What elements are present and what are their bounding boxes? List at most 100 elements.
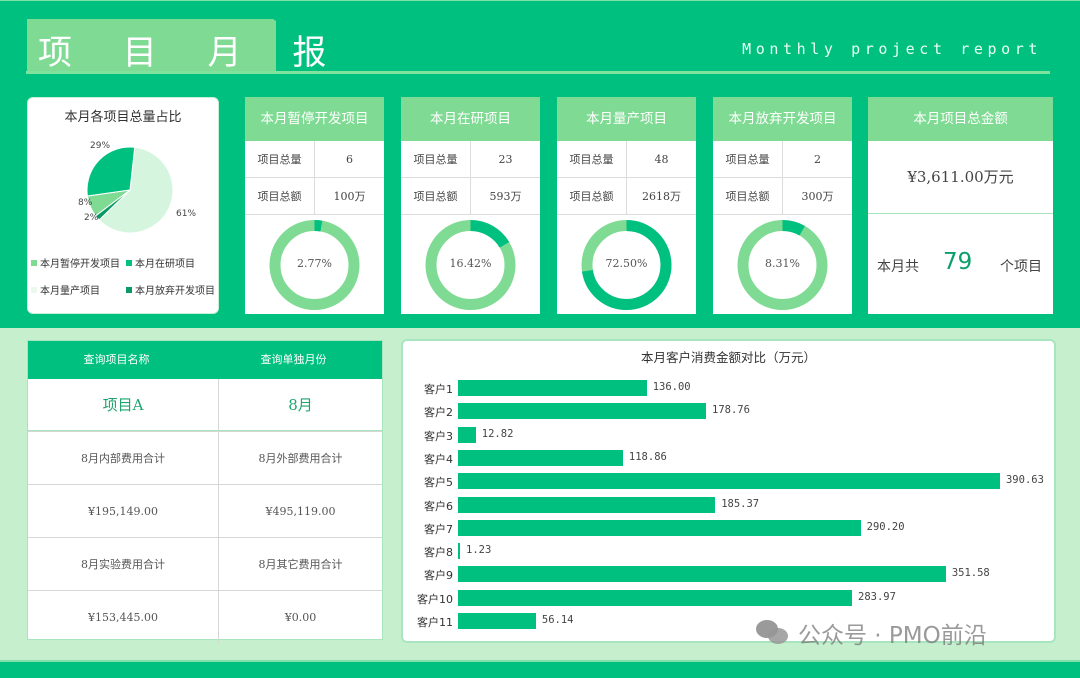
- bar-客户4: [458, 449, 623, 466]
- month-select[interactable]: 8月: [219, 379, 382, 430]
- bar-value-label: 390.63: [1005, 474, 1044, 487]
- bar-value-label: 290.20: [866, 520, 905, 533]
- stat-card-in-research: 本月在研项目 项目总量 23 项目总额 593万 16.42%: [401, 97, 540, 314]
- bar-category-label: 客户3: [424, 429, 453, 443]
- external-cost-label: 8月外部费用合计: [258, 452, 343, 465]
- footer-bar: [0, 660, 1080, 678]
- bar-客户3: [458, 426, 476, 443]
- stat-card-paused: 本月暂停开发项目 项目总量 6 项目总额 100万 2.77%: [245, 97, 384, 314]
- bar-category-label: 客户4: [424, 452, 453, 466]
- stat-value: 300万: [801, 190, 834, 203]
- count-value: 79: [943, 249, 973, 275]
- legend-swatch: [31, 259, 37, 266]
- count-prefix: 本月共: [877, 259, 919, 275]
- legend-label: 本月量产项目: [40, 286, 100, 297]
- bar-客户5: [458, 473, 1000, 490]
- bar-category-label: 客户7: [424, 522, 453, 536]
- stat-value: 2618万: [642, 190, 681, 203]
- bar-category-label: 客户9: [424, 569, 453, 583]
- stat-value: 2: [814, 153, 821, 166]
- bar-客户6: [458, 496, 716, 513]
- count-suffix: 个项目: [1000, 259, 1042, 275]
- bar-value-label: 283.97: [858, 590, 896, 603]
- other-cost-label: 8月其它费用合计: [258, 558, 343, 571]
- header-project-name: 查询项目名称: [83, 353, 150, 366]
- donut-chart: 2.77%: [245, 215, 384, 314]
- stat-label: 项目总额: [557, 178, 627, 214]
- stat-row-count: 项目总量 48: [557, 141, 696, 178]
- stat-value: 593万: [489, 190, 522, 203]
- bar-客户11: [458, 613, 536, 629]
- bar-value-label: 12.82: [481, 427, 514, 440]
- bar-category-label: 客户2: [424, 406, 453, 420]
- wechat-icon: [756, 620, 790, 646]
- bar-category-label: 客户11: [417, 616, 453, 629]
- customer-bar-chart: 本月客户消费金额对比（万元） 客户1 136.00 客户2 178.76 客户3 12.8…: [401, 339, 1056, 643]
- stat-label: 项目总量: [245, 141, 315, 177]
- page-subtitle: Monthly project report: [742, 40, 1042, 58]
- legend-item-abandoned: 本月放弃开发项目: [126, 282, 215, 297]
- bar-category-label: 客户8: [424, 546, 453, 560]
- stat-label: 项目总额: [401, 178, 471, 214]
- bar-category-label: 客户1: [424, 383, 453, 396]
- stat-row-amount: 项目总额 2618万: [557, 178, 696, 215]
- donut-percent: 8.31%: [765, 257, 800, 270]
- bar-category-label: 客户6: [424, 499, 453, 513]
- legend-swatch: [31, 286, 37, 293]
- table-row: ¥153,445.00 ¥0.00: [28, 590, 382, 643]
- stat-label: 项目总额: [713, 178, 783, 214]
- stat-label: 项目总量: [713, 141, 783, 177]
- stat-row-count: 项目总量 6: [245, 141, 384, 178]
- internal-cost-label: 8月内部费用合计: [28, 432, 219, 484]
- stat-label: 项目总量: [401, 141, 471, 177]
- bar-客户9: [458, 566, 946, 583]
- donut-chart: 16.42%: [401, 215, 540, 314]
- bar-value-label: 136.00: [652, 381, 691, 393]
- stat-row-count: 项目总量 23: [401, 141, 540, 178]
- legend-item-paused: 本月暂停开发项目: [31, 255, 120, 270]
- bar-category-label: 客户10: [417, 592, 453, 606]
- stat-row-amount: 项目总额 593万: [401, 178, 540, 215]
- stat-value: 6: [346, 153, 353, 166]
- stat-card-title: 本月量产项目: [557, 97, 696, 141]
- pie-data-label: 61%: [176, 209, 196, 219]
- pie-data-label: 8%: [78, 198, 93, 208]
- table-row: ¥195,149.00 ¥495,119.00: [28, 484, 382, 537]
- stat-card-title: 本月在研项目: [401, 97, 540, 141]
- project-select[interactable]: 项目A: [28, 379, 219, 430]
- stat-card-title: 本月暂停开发项目: [245, 97, 384, 141]
- title-divider: [26, 71, 1050, 74]
- donut-chart: 72.50%: [557, 215, 696, 314]
- legend-item-in-research: 本月在研项目: [126, 255, 195, 270]
- bar-客户8: [458, 543, 460, 560]
- stat-value: 23: [498, 153, 513, 166]
- internal-cost-value: ¥195,149.00: [28, 485, 219, 537]
- query-table: 查询项目名称 查询单独月份 项目A 8月 8月内部费用合计 8月外部费用合计 ¥…: [27, 340, 383, 643]
- total-card-title: 本月项目总金额: [868, 97, 1053, 141]
- stat-card-mass-production: 本月量产项目 项目总量 48 项目总额 2618万 72.50%: [557, 97, 696, 314]
- total-amount-card: 本月项目总金额 ¥3,611.00万元 本月共 79 个项目: [868, 97, 1053, 314]
- legend-label: 本月放弃开发项目: [135, 286, 215, 297]
- stat-row-amount: 项目总额 300万: [713, 178, 852, 215]
- bar-category-label: 客户5: [424, 476, 453, 490]
- pie-slice-in-research: [86, 146, 136, 197]
- bar-客户1: [458, 380, 647, 396]
- query-selection-row: 项目A 8月: [28, 379, 382, 431]
- bar-value-label: 178.76: [712, 404, 750, 417]
- total-amount-value: ¥3,611.00万元: [868, 141, 1053, 214]
- watermark: 公众号 · PMO前沿: [756, 616, 987, 650]
- stat-value: 100万: [333, 190, 366, 203]
- table-row: 8月实验费用合计 8月其它费用合计: [28, 537, 382, 590]
- bar-value-label: 1.23: [466, 544, 492, 557]
- bar-客户2: [458, 403, 707, 420]
- bar-value-label: 56.14: [541, 614, 574, 626]
- pie-chart-card: 本月各项目总量占比 61% 2% 8% 29% 本月暂停开发项目 本月在研项目 本月量…: [27, 97, 219, 314]
- experiment-cost-value: ¥153,445.00: [28, 591, 219, 643]
- legend-swatch: [126, 259, 132, 266]
- experiment-cost-label: 8月实验费用合计: [28, 538, 219, 590]
- query-table-header: 查询项目名称 查询单独月份: [28, 341, 382, 379]
- donut-percent: 2.77%: [297, 257, 332, 270]
- stat-value: 48: [654, 153, 669, 166]
- stat-card-abandoned: 本月放弃开发项目 项目总量 2 项目总额 300万 8.31%: [713, 97, 852, 314]
- pie-chart: 61% 2% 8% 29%: [78, 141, 196, 234]
